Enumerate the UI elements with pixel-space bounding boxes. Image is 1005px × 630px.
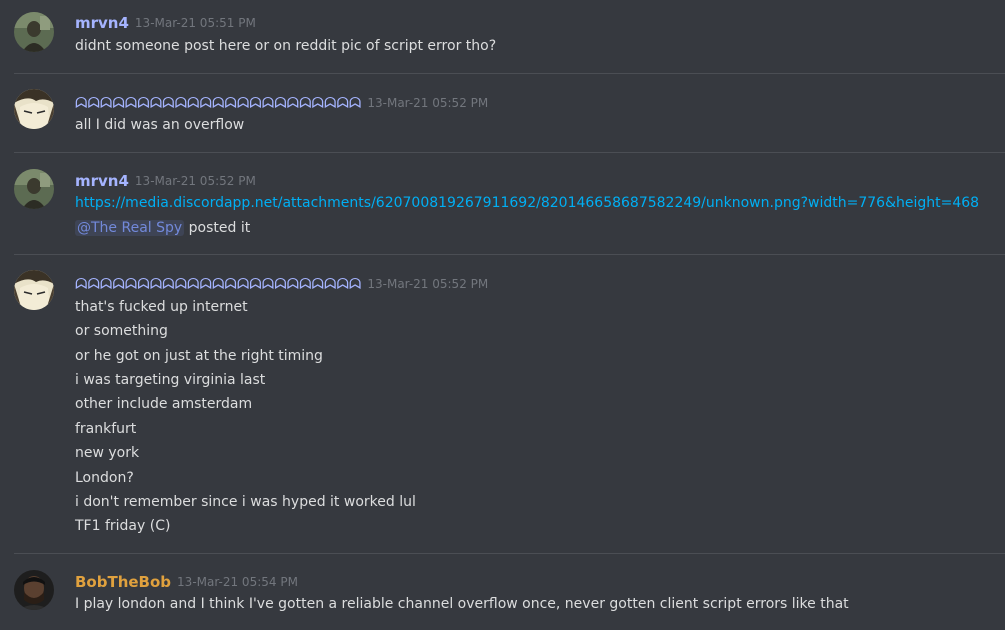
attachment-link[interactable]: https://media.discordapp.net/attachments… bbox=[75, 195, 979, 211]
message-divider bbox=[14, 553, 1005, 554]
message-divider bbox=[14, 152, 1005, 153]
message-timestamp: 13-Mar-21 05:54 PM bbox=[177, 575, 298, 589]
author-name[interactable]: ᗣᗣᗣᗣᗣᗣᗣᗣᗣᗣᗣᗣᗣᗣᗣᗣᗣᗣᗣᗣᗣᗣᗣ bbox=[75, 94, 361, 112]
message-text: @The Real Spy posted it bbox=[75, 218, 250, 238]
message-text: i was targeting virginia last bbox=[75, 372, 266, 388]
message-text: I play london and I think I've gotten a … bbox=[75, 596, 849, 612]
message-text: TF1 friday (C) bbox=[75, 518, 171, 534]
avatar[interactable] bbox=[14, 570, 54, 610]
message-text: that's fucked up internet bbox=[75, 299, 248, 315]
author-name[interactable]: ᗣᗣᗣᗣᗣᗣᗣᗣᗣᗣᗣᗣᗣᗣᗣᗣᗣᗣᗣᗣᗣᗣᗣ bbox=[75, 275, 361, 293]
message-timestamp: 13-Mar-21 05:52 PM bbox=[367, 96, 489, 110]
message-timestamp: 13-Mar-21 05:52 PM bbox=[367, 277, 489, 291]
message-timestamp: 13-Mar-21 05:51 PM bbox=[134, 16, 256, 30]
user-mention[interactable]: @The Real Spy bbox=[75, 220, 185, 236]
author-name[interactable]: mrvn4 bbox=[75, 14, 129, 32]
message-text: or he got on just at the right timing bbox=[75, 348, 323, 364]
message-text: other include amsterdam bbox=[75, 396, 253, 412]
message-text: new york bbox=[75, 445, 140, 461]
message-divider bbox=[14, 254, 1005, 255]
message-text: all I did was an overflow bbox=[75, 117, 245, 133]
message-text: https://media.discordapp.net/attachments… bbox=[75, 193, 979, 213]
message-text-suffix: posted it bbox=[184, 220, 251, 236]
message-text: London? bbox=[75, 470, 134, 486]
author-name[interactable]: mrvn4 bbox=[75, 172, 129, 190]
author-name[interactable]: BobTheBob bbox=[75, 573, 171, 591]
avatar[interactable] bbox=[14, 12, 54, 52]
avatar[interactable] bbox=[14, 270, 54, 310]
message-text: or something bbox=[75, 323, 168, 339]
chat-log: mrvn4 13-Mar-21 05:51 PM didnt someone po… bbox=[0, 0, 1005, 630]
avatar[interactable] bbox=[14, 89, 54, 129]
message-divider bbox=[14, 73, 1005, 74]
message-timestamp: 13-Mar-21 05:52 PM bbox=[134, 174, 256, 188]
message-text: frankfurt bbox=[75, 421, 137, 437]
avatar[interactable] bbox=[14, 169, 54, 209]
message-text: i don't remember since i was hyped it wo… bbox=[75, 494, 416, 510]
message-text: didnt someone post here or on reddit pic… bbox=[75, 38, 497, 54]
